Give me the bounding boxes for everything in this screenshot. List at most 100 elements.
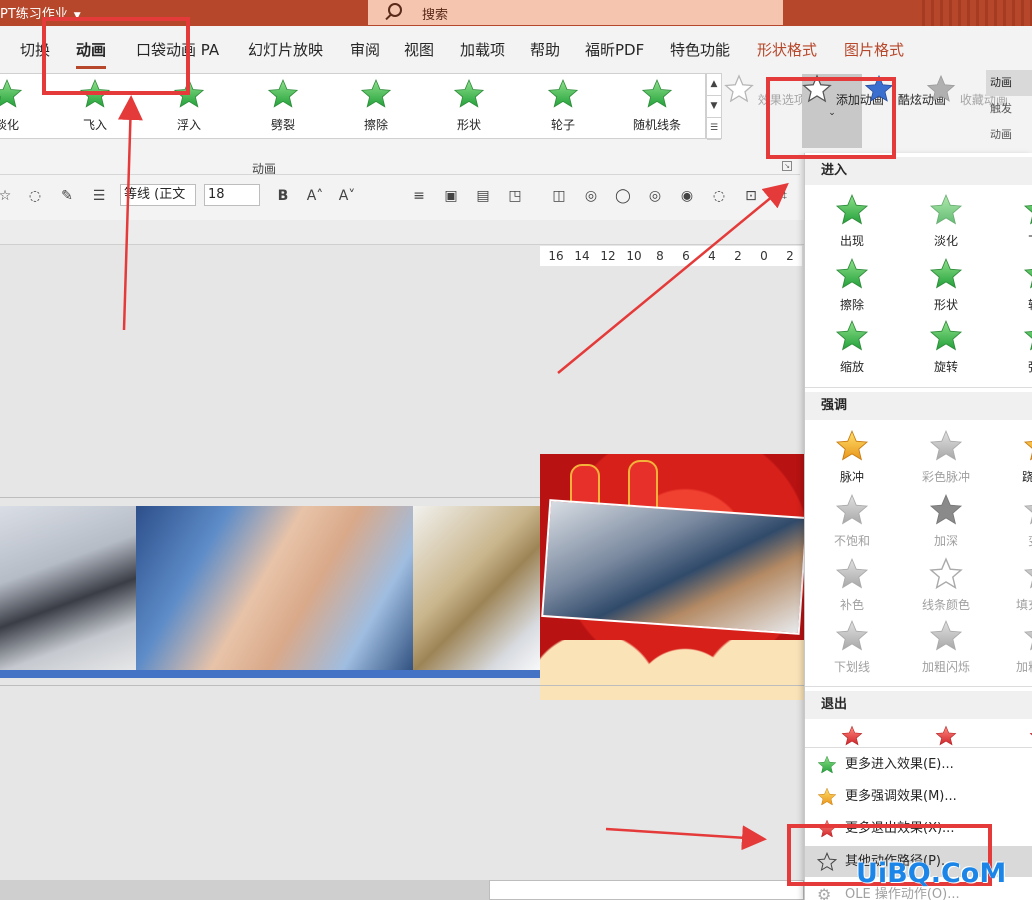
fade-star-icon [929,193,963,227]
section-exit: 退出 [805,691,1032,719]
effect-bold-reveal[interactable]: 加粗展示 [993,619,1032,675]
gallery-item-fade[interactable]: 淡化 [0,78,42,133]
shape-edit-icon[interactable]: ◌ [24,185,46,207]
format-painter-icon[interactable]: ✎ [56,185,78,207]
watermark: UiBQ.CoM [856,858,1007,889]
gallery-scroll[interactable]: ▲ ▼ ☰ [706,73,722,140]
photo-strip-border [0,670,540,678]
effect-bounce[interactable]: 弹跳 [993,319,1032,375]
more-entrance-effects[interactable]: 更多进入效果(E)... [805,749,1032,780]
effect-wheel[interactable]: 轮子 [993,257,1032,313]
tab-special-features[interactable]: 特色功能 [670,39,730,60]
gallery-item-wipe[interactable]: 擦除 [341,78,411,133]
tab-picture-format[interactable]: 图片格式 [844,39,904,60]
select-icon[interactable]: ⊡ [740,185,762,207]
wipe-star-icon [835,257,869,291]
animation-pane-button[interactable]: 动画 [986,70,1032,96]
effect-bold-flash[interactable]: 加粗闪烁 [899,619,993,675]
tab-help[interactable]: 帮助 [530,39,560,60]
chevron-down-icon[interactable]: ▼ [707,96,721,118]
search-box[interactable]: 搜索 [368,0,783,25]
section-enter: 进入 [805,157,1032,185]
star-outline-icon[interactable]: ☆ [0,185,16,207]
hands-together-photo[interactable] [136,506,413,678]
effect-wipe[interactable]: 擦除 [805,257,899,313]
effect-pulse[interactable]: 脉冲 [805,429,899,485]
convert-smartart-icon[interactable]: ▤ [472,185,494,207]
notes-bar [0,880,804,900]
effect-color-pulse[interactable]: 彩色脉冲 [899,429,993,485]
collect-animation-icon [926,74,956,104]
title-bar-pattern [922,0,1032,26]
tab-view[interactable]: 视图 [404,39,434,60]
zoom-star-icon [835,319,869,353]
shape-outline-icon[interactable]: ◎ [644,185,666,207]
effect-underline[interactable]: 下划线 [805,619,899,675]
format-toolbar: ☆ ◌ ✎ ☰ 等线 (正文 18 B A˄ A˅ A ≡ ▣ ▤ ◳ ◫ ◎ … [0,182,800,656]
tab-shape-format[interactable]: 形状格式 [757,39,817,60]
arrange-icon[interactable]: ◫ [548,185,570,207]
gallery-item-random-bars[interactable]: 随机线条 [622,78,692,133]
grow-font-icon[interactable]: A˄ [304,185,326,207]
notes-input[interactable] [489,880,804,900]
shrink-font-icon[interactable]: A˅ [336,185,358,207]
gallery-item-shape[interactable]: 形状 [434,78,504,133]
arrow-to-motion-paths [605,825,767,851]
font-name-select[interactable]: 等线 (正文 [120,184,196,206]
darken-star-icon [929,493,963,527]
font-size-select[interactable]: 18 [204,184,260,206]
gallery-expand-icon[interactable]: ☰ [707,118,721,140]
exit-star-icon[interactable] [835,725,869,747]
effect-fade[interactable]: 淡化 [899,193,993,249]
underline-star-icon [835,619,869,653]
line-color-star-icon [929,557,963,591]
cloud-decoration [540,640,804,700]
effect-complementary-color[interactable]: 补色 [805,557,899,613]
align-text-icon[interactable]: ▣ [440,185,462,207]
gallery-item-wheel[interactable]: 轮子 [528,78,598,133]
exit-star-icon[interactable] [1023,725,1032,747]
replace-icon[interactable]: ◌ [708,185,730,207]
effect-spin[interactable]: 旋转 [899,319,993,375]
effect-darken[interactable]: 加深 [899,493,993,549]
effect-teeter[interactable]: 跷跷板 [993,429,1032,485]
business-team-photo[interactable] [0,506,136,678]
collect-animation-button[interactable]: 收藏动画 [926,74,1008,108]
effect-appear[interactable]: 出现 [805,193,899,249]
section-divider [805,387,1032,388]
shapes-icon[interactable]: ◳ [504,185,526,207]
exit-star-icon[interactable] [929,725,963,747]
trigger-button[interactable]: 触发 [986,96,1032,122]
tab-addins[interactable]: 加载项 [460,39,505,60]
tab-review[interactable]: 审阅 [350,39,380,60]
team-overhead-photo[interactable] [541,499,808,635]
tab-slideshow[interactable]: 幻灯片放映 [248,39,323,60]
bullet-list-icon[interactable]: ☰ [88,185,110,207]
shape-effects-icon[interactable]: ◉ [676,185,698,207]
ribbon-divider [0,174,800,175]
gold-star-icon [817,787,837,807]
tab-foxit-pdf[interactable]: 福昕PDF [585,39,644,60]
text-direction-icon[interactable]: ≡ [408,185,430,207]
effect-fill-color[interactable]: 填充颜色 [993,557,1032,613]
shape-fill-icon[interactable]: ◯ [612,185,634,207]
quick-styles-icon[interactable]: ◎ [580,185,602,207]
fade-star-icon [0,78,23,110]
search-label: 搜索 [422,8,449,23]
gallery-item-split[interactable]: 劈裂 [248,78,318,133]
meeting-table-photo[interactable] [413,506,543,678]
effect-desaturate[interactable]: 不饱和 [805,493,899,549]
bold-button[interactable]: B [272,185,294,207]
more-emphasis-effects[interactable]: 更多强调效果(M)... [805,781,1032,812]
chevron-up-icon[interactable]: ▲ [707,74,721,96]
effect-zoom[interactable]: 缩放 [805,319,899,375]
advanced-animation-group: 动画 触发 动画 [986,70,1032,150]
effect-shape[interactable]: 形状 [899,257,993,313]
effect-line-color[interactable]: 线条颜色 [899,557,993,613]
effect-lighten[interactable]: 变淡 [993,493,1032,549]
dialog-launcher-icon[interactable]: ↘ [782,161,792,171]
effect-fly-in[interactable]: 飞入 [993,193,1032,249]
section-divider [805,686,1032,687]
crop-icon[interactable]: ⌗ [772,185,794,207]
animation-painter-button[interactable]: 动画 [986,122,1032,148]
